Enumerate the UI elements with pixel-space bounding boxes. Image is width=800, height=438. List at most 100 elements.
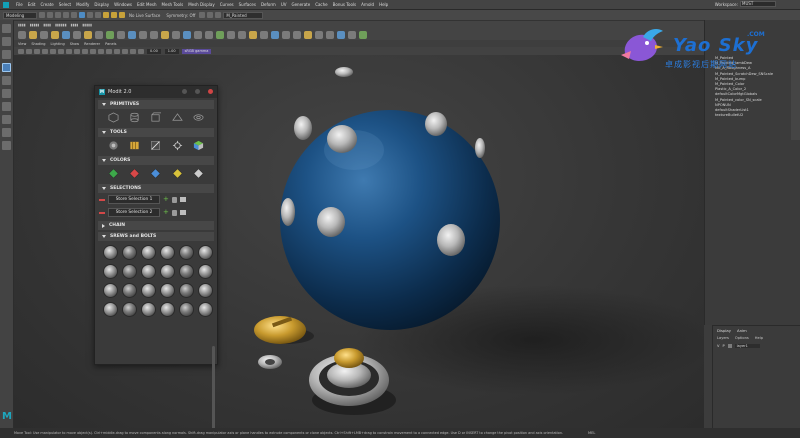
shelf-tool-icon[interactable] — [150, 30, 158, 39]
screw-preset-button[interactable] — [198, 302, 213, 317]
menu-curves[interactable]: Curves — [220, 2, 234, 7]
menu-edit-mesh[interactable]: Edit Mesh — [137, 2, 157, 7]
playback-toggle[interactable]: P — [722, 344, 724, 348]
shelf-tool-icon[interactable] — [359, 30, 367, 39]
select-tool-icon[interactable] — [2, 24, 11, 33]
screw-preset-button[interactable] — [103, 245, 118, 260]
close-icon[interactable] — [208, 89, 213, 94]
help-menu[interactable]: Help — [755, 336, 763, 340]
layout-four-icon[interactable] — [2, 128, 11, 137]
bolt[interactable] — [327, 125, 357, 153]
shelf-tab[interactable]: ▮▮▮▮▮ — [82, 23, 92, 27]
screw-preset-button[interactable] — [198, 245, 213, 260]
shelf-tool-icon[interactable] — [205, 30, 213, 39]
cut-tool-icon[interactable] — [150, 140, 161, 151]
screw-preset-button[interactable] — [141, 245, 156, 260]
shelf-tool-icon[interactable] — [95, 30, 103, 39]
shelf-tool-icon[interactable] — [249, 30, 257, 39]
menu-cache[interactable]: Cache — [315, 2, 327, 7]
shelf-tool-icon[interactable] — [84, 30, 92, 39]
bolt[interactable] — [317, 207, 345, 237]
screw-preset-button[interactable] — [141, 283, 156, 298]
image-plane-icon[interactable] — [42, 48, 48, 54]
store-selection-1-button[interactable]: Store Selection 1 — [108, 195, 160, 204]
cube-color-tool-icon[interactable] — [193, 140, 204, 151]
section-chain[interactable]: CHAIN — [98, 221, 214, 230]
screw-preset-button[interactable] — [141, 302, 156, 317]
gate-mask-icon[interactable] — [74, 48, 80, 54]
shelf-tool-icon[interactable] — [315, 30, 323, 39]
scale-tool-icon[interactable] — [2, 89, 11, 98]
shelf-tool-icon[interactable] — [73, 30, 81, 39]
section-primitives[interactable]: PRIMITIVES — [98, 100, 214, 109]
grid-icon[interactable] — [50, 48, 56, 54]
cylinder-primitive-icon[interactable] — [129, 112, 140, 123]
maximize-icon[interactable] — [195, 89, 200, 94]
ao-icon[interactable] — [122, 48, 128, 54]
screw-preset-button[interactable] — [141, 264, 156, 279]
vp-menu-view[interactable]: View — [18, 42, 26, 46]
bookmark-icon[interactable] — [34, 48, 40, 54]
shelf-tool-icon[interactable] — [293, 30, 301, 39]
shelf-tool-icon[interactable] — [106, 30, 114, 39]
layer-row[interactable]: V P layer1 — [713, 341, 800, 351]
vp-menu-shading[interactable]: Shading — [31, 42, 45, 46]
store-selection-2-button[interactable]: Store Selection 2 — [108, 208, 160, 217]
remove-selection-2-button[interactable] — [99, 211, 105, 214]
section-tools[interactable]: TOOLS — [98, 128, 214, 137]
select-hierarchy-icon[interactable] — [79, 12, 85, 18]
open-scene-icon[interactable] — [47, 12, 53, 18]
color-swatch[interactable] — [129, 168, 140, 179]
screw-preset-button[interactable] — [160, 302, 175, 317]
select-icon[interactable] — [179, 210, 186, 215]
vp-menu-show[interactable]: Show — [70, 42, 79, 46]
screw-preset-button[interactable] — [103, 264, 118, 279]
paint-select-icon[interactable] — [2, 50, 11, 59]
camera-icon[interactable] — [18, 48, 24, 54]
add-selection-1-button[interactable]: + — [163, 196, 169, 203]
screw-preset-button[interactable] — [122, 264, 137, 279]
menu-windows[interactable]: Windows — [114, 2, 132, 7]
outliner-item[interactable]: textureBulletU2 — [715, 113, 773, 118]
section-colors[interactable]: COLORS — [98, 156, 214, 165]
remove-selection-1-button[interactable] — [99, 198, 105, 201]
layers-menu[interactable]: Layers — [717, 336, 729, 340]
screw-preset-button[interactable] — [179, 264, 194, 279]
shelf-tool-icon[interactable] — [40, 30, 48, 39]
shelf-tool-icon[interactable] — [194, 30, 202, 39]
lights-icon[interactable] — [106, 48, 112, 54]
shelf-tool-icon[interactable] — [117, 30, 125, 39]
shelf-tool-icon[interactable] — [172, 30, 180, 39]
mode-dropdown[interactable]: Modeling — [3, 11, 37, 19]
ipr-render-icon[interactable] — [207, 12, 214, 18]
lasso-tool-icon[interactable] — [2, 37, 11, 46]
snap-curve-icon[interactable] — [111, 12, 117, 18]
render-settings-icon[interactable] — [215, 12, 222, 18]
screw-preset-button[interactable] — [179, 302, 194, 317]
shelf-tool-icon[interactable] — [18, 30, 26, 39]
screw-preset-button[interactable] — [198, 283, 213, 298]
screw-preset-button[interactable] — [179, 245, 194, 260]
pipe-primitive-icon[interactable] — [193, 112, 204, 123]
layout-outliner-icon[interactable] — [2, 141, 11, 150]
vp-menu-panels[interactable]: Panels — [105, 42, 116, 46]
menu-display[interactable]: Display — [94, 2, 109, 7]
shelf-tab[interactable]: ▮▮▮▮ — [43, 23, 51, 27]
menu-create[interactable]: Create — [40, 2, 53, 7]
shelf-tab[interactable]: ▮▮▮▮▮▮ — [55, 23, 67, 27]
screw-preset-button[interactable] — [160, 245, 175, 260]
screw-preset-button[interactable] — [179, 283, 194, 298]
exposure-field[interactable]: 0.00 — [147, 48, 161, 54]
bolt[interactable] — [437, 224, 465, 256]
modit-titlebar[interactable]: M Modit 2.0 — [95, 86, 217, 98]
menu-arnold[interactable]: Arnold — [361, 2, 374, 7]
screw-preset-button[interactable] — [198, 264, 213, 279]
bolt[interactable] — [335, 67, 353, 77]
undo-icon[interactable] — [63, 12, 69, 18]
cube-primitive-icon[interactable] — [108, 112, 119, 123]
menu-modify[interactable]: Modify — [76, 2, 89, 7]
layer-color-swatch[interactable] — [727, 344, 732, 348]
screw-preset-button[interactable] — [103, 283, 118, 298]
snap-grid-icon[interactable] — [103, 12, 109, 18]
shelf-tool-icon[interactable] — [238, 30, 246, 39]
